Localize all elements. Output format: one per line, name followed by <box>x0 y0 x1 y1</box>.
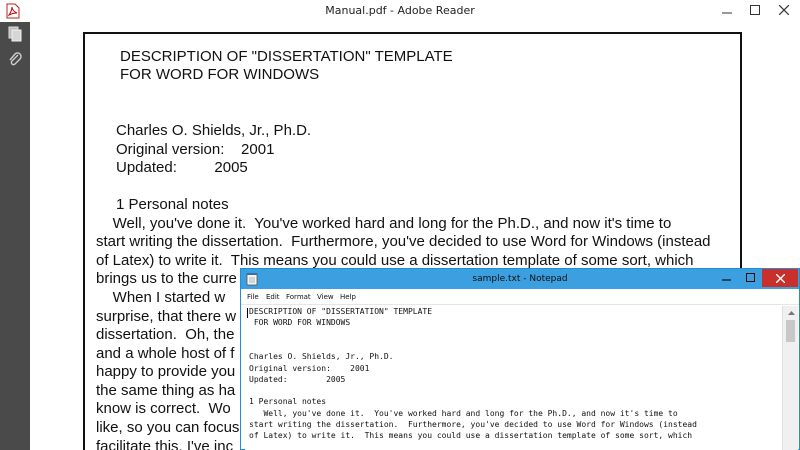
doc-author: Charles O. Shields, Jr., Ph.D. <box>116 122 312 139</box>
text-line: 1 Personal notes <box>249 397 327 407</box>
doc-original-version: Original version: 2001 <box>116 141 275 158</box>
doc-paragraph-line: know is correct. Wo <box>96 400 231 417</box>
doc-paragraph-line: brings us to the curre <box>96 270 237 287</box>
maximize-icon <box>745 272 755 282</box>
close-icon <box>775 273 785 283</box>
notepad-text-area[interactable]: DESCRIPTION OF "DISSERTATION" TEMPLATE F… <box>245 306 782 450</box>
minimize-icon <box>721 278 731 281</box>
text-line: Updated: 2005 <box>249 374 346 384</box>
menu-help[interactable]: Help <box>340 289 356 305</box>
menu-file[interactable]: File <box>247 289 259 305</box>
doc-title-line-2: FOR WORD FOR WINDOWS <box>120 66 320 83</box>
doc-paragraph-line: dissertation. Oh, the <box>96 326 235 343</box>
text-line: of Latex) to write it. This means you co… <box>249 431 693 441</box>
notepad-icon <box>246 273 258 286</box>
text-line: Well, you've done it. You've worked hard… <box>249 408 678 418</box>
doc-paragraph-line: Well, you've done it. You've worked hard… <box>96 215 672 232</box>
doc-paragraph-line: happy to provide you <box>96 363 236 380</box>
notepad-minimize-button[interactable] <box>714 269 738 285</box>
notepad-window: sample.txt - Notepad File Edit Format Vi… <box>240 268 800 450</box>
text-line: start writing the dissertation. Furtherm… <box>249 420 697 429</box>
reader-navigation-pane <box>0 22 30 450</box>
doc-section-heading: 1 Personal notes <box>116 196 229 213</box>
doc-updated: Updated: 2005 <box>116 159 248 176</box>
scrollbar-thumb[interactable] <box>786 320 795 342</box>
reader-minimize-button[interactable] <box>713 0 741 20</box>
attachment-paperclip-icon[interactable] <box>7 52 23 68</box>
close-icon <box>779 5 789 15</box>
doc-title-line-1: DESCRIPTION OF "DISSERTATION" TEMPLATE <box>120 48 453 65</box>
notepad-close-button[interactable] <box>762 269 798 287</box>
reader-close-button[interactable] <box>768 0 800 20</box>
notepad-menubar: File Edit Format View Help <box>241 289 799 305</box>
menu-edit[interactable]: Edit <box>266 289 280 305</box>
text-line: FOR WORD FOR WINDOWS <box>249 318 351 328</box>
doc-paragraph-line: start writing the dissertation. Furtherm… <box>96 233 711 250</box>
reader-titlebar[interactable]: Manual.pdf - Adobe Reader <box>0 0 800 22</box>
pages-icon[interactable] <box>7 26 23 42</box>
doc-paragraph-line: When I started w <box>96 289 226 306</box>
notepad-titlebar[interactable]: sample.txt - Notepad <box>241 269 799 289</box>
maximize-icon <box>750 5 760 15</box>
reader-maximize-button[interactable] <box>741 0 769 20</box>
adobe-reader-icon <box>6 3 20 19</box>
menu-view[interactable]: View <box>317 289 334 305</box>
doc-paragraph-line: surprise, that there w <box>96 308 237 325</box>
doc-paragraph-line: like, so you can focus <box>96 419 240 436</box>
reader-window-title: Manual.pdf - Adobe Reader <box>325 4 475 17</box>
chevron-up-icon <box>787 311 795 315</box>
doc-paragraph-line: facilitate this, I've inc <box>96 438 234 450</box>
text-line: DESCRIPTION OF "DISSERTATION" TEMPLATE <box>249 307 433 316</box>
menu-format[interactable]: Format <box>286 289 311 305</box>
doc-paragraph-line: the same thing as ha <box>96 382 236 399</box>
doc-paragraph-line: and a whole host of f <box>96 345 235 362</box>
notepad-maximize-button[interactable] <box>738 269 762 285</box>
text-line: Charles O. Shields, Jr., Ph.D. <box>249 352 394 362</box>
notepad-vertical-scrollbar[interactable] <box>782 306 798 450</box>
minimize-icon <box>722 12 732 14</box>
scroll-up-button[interactable] <box>783 306 799 320</box>
text-caret <box>247 308 248 318</box>
text-line: Original version: 2001 <box>249 363 370 373</box>
